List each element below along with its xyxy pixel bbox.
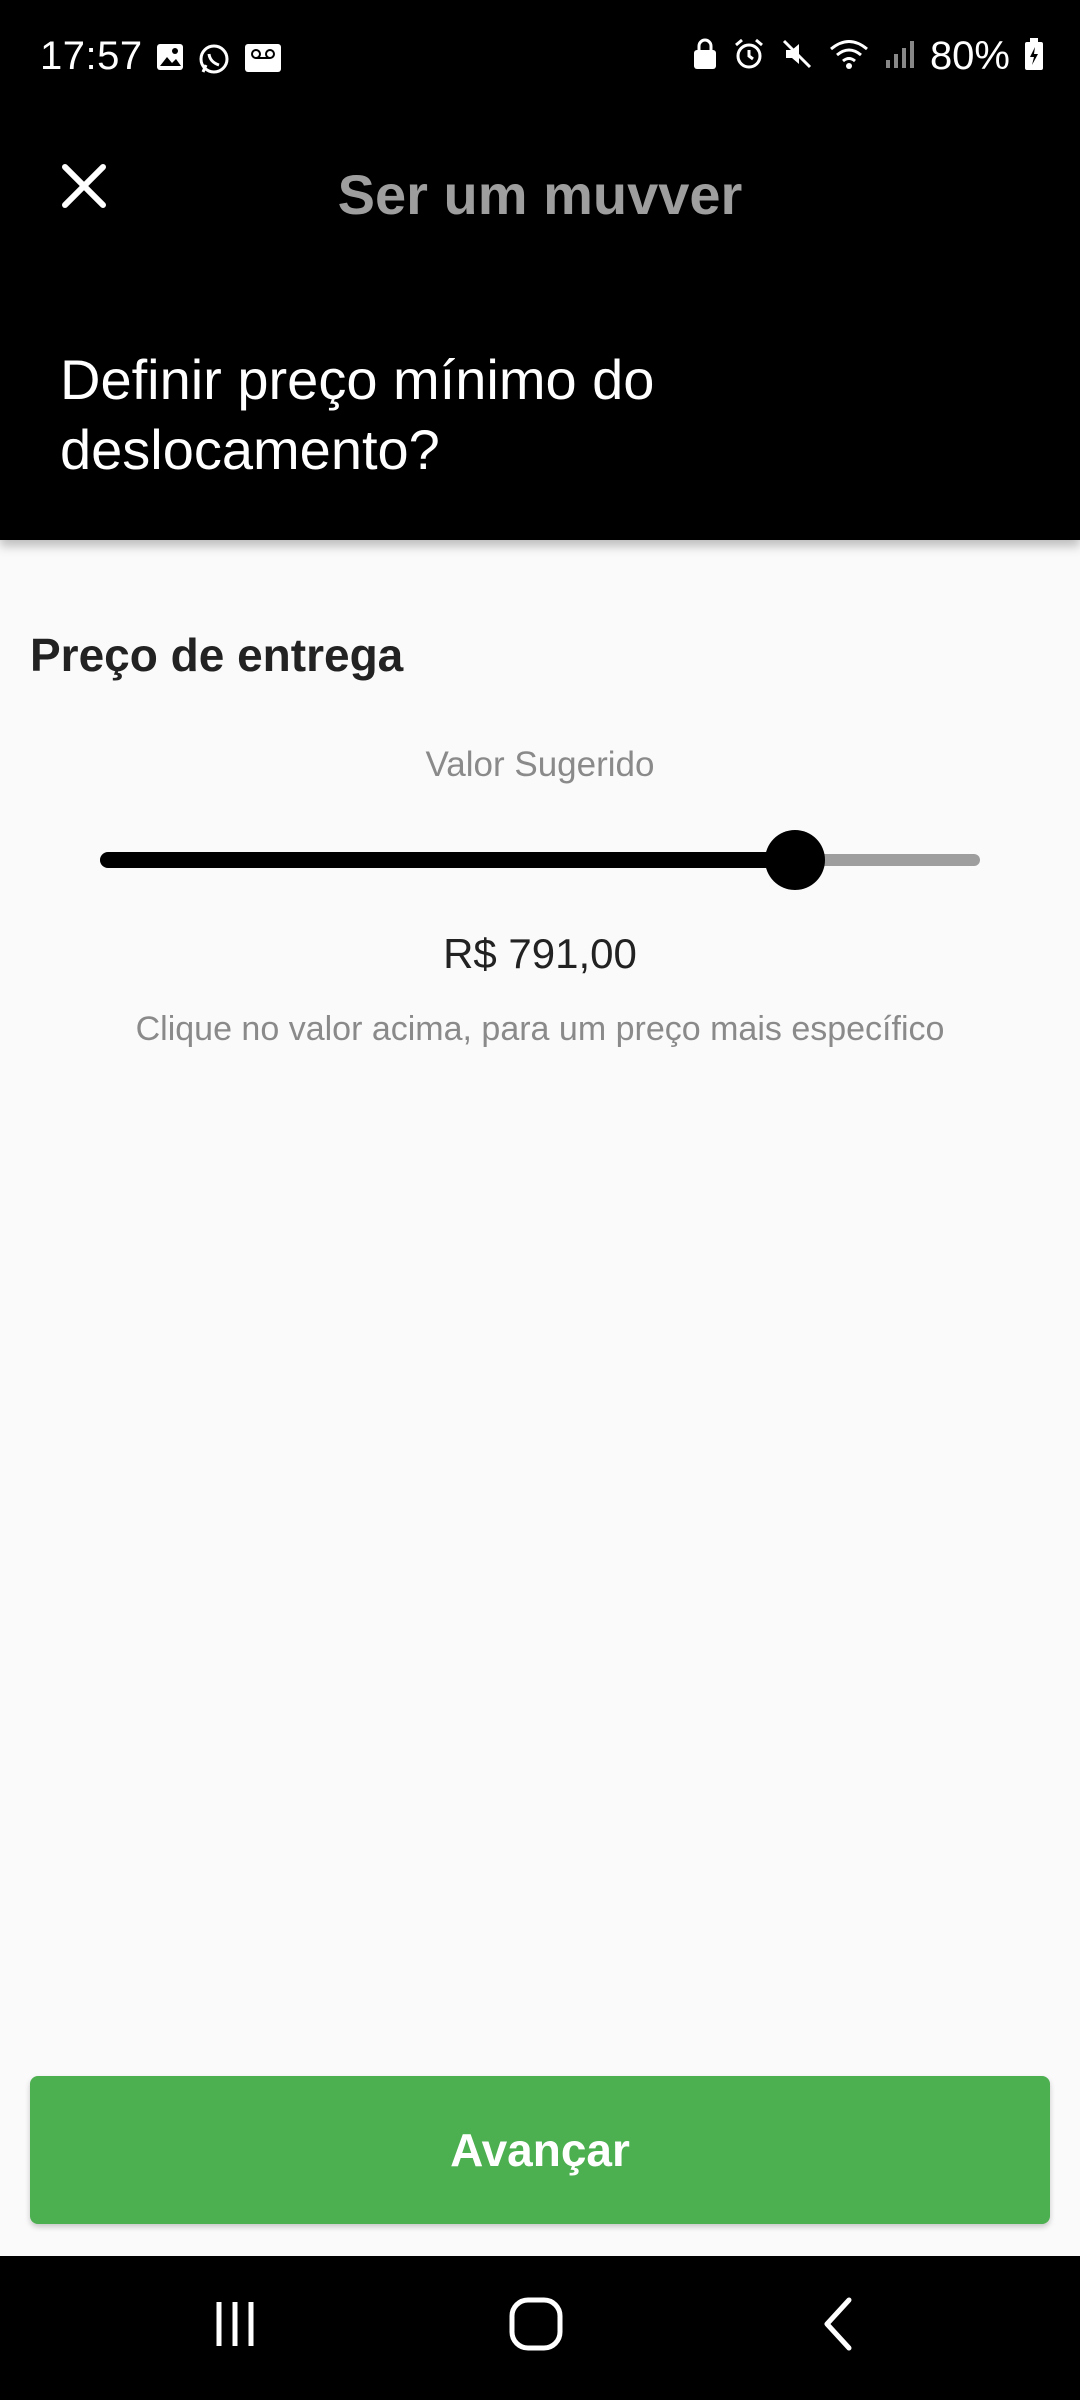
advance-button[interactable]: Avançar (30, 2076, 1050, 2224)
voicemail-icon (243, 42, 283, 81)
price-value[interactable]: R$ 791,00 (0, 930, 1080, 978)
alarm-icon (732, 37, 766, 76)
signal-icon (884, 38, 916, 75)
mute-icon (780, 37, 814, 76)
back-button[interactable] (790, 2286, 890, 2366)
system-status-icons: 80% (692, 34, 1044, 79)
lock-icon (692, 37, 718, 76)
back-icon (815, 2294, 865, 2359)
notification-icons (155, 42, 283, 81)
slider-fill (100, 852, 795, 868)
gallery-icon (155, 42, 185, 81)
recent-apps-button[interactable] (185, 2286, 285, 2366)
slider-thumb[interactable] (765, 830, 825, 890)
home-icon (506, 2294, 566, 2359)
whatsapp-icon (197, 42, 231, 81)
recent-apps-icon (207, 2296, 263, 2357)
status-bar: 17:57 80% (0, 0, 1080, 120)
question-heading: Definir preço mínimo do deslocamento? (60, 348, 655, 481)
header: Ser um muvver Definir preço mínimo do de… (0, 120, 1080, 540)
price-hint: Clique no valor acima, para um preço mai… (135, 1010, 945, 1048)
navigation-bar (0, 2256, 1080, 2400)
suggested-value-label: Valor Sugerido (425, 745, 655, 784)
battery-icon (1024, 37, 1044, 76)
battery-percent: 80% (929, 34, 1010, 78)
section-title: Preço de entrega (30, 629, 404, 681)
home-button[interactable] (486, 2286, 586, 2366)
price-slider[interactable] (100, 830, 980, 890)
wifi-icon (828, 37, 870, 76)
page-title: Ser um muvver (337, 163, 743, 226)
status-time: 17:57 (40, 34, 143, 78)
